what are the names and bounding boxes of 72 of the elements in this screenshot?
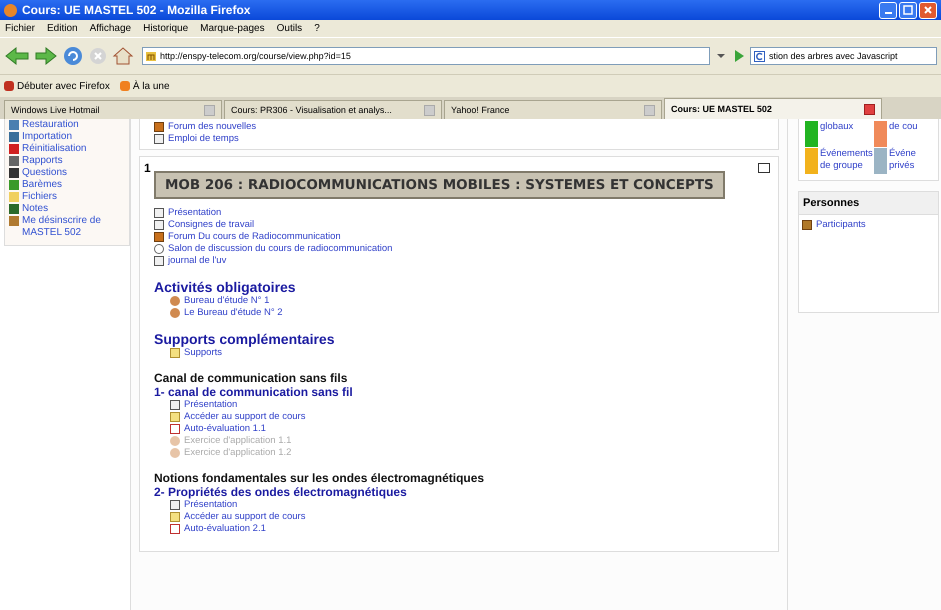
maximize-button[interactable] [899,2,917,18]
topic-title: Notions fondamentales sur les ondes électromagnétiques [154,471,486,485]
section-title: MOB 206 : RADIOCOMMUNICATIONS MOBILES : SYSTEMES ET CONCEPTS [154,171,725,199]
event-type-link[interactable]: globaux [820,121,873,133]
site-logo-icon [146,52,156,60]
window-title: Cours: UE MASTEL 502 - Mozilla Firefox [22,3,252,17]
highlight-toggle[interactable] [758,163,770,173]
browser-tab[interactable]: Cours: PR306 - Visualisation et analys... [224,100,442,119]
resource-link[interactable]: Présentation [184,499,238,511]
resource-link[interactable]: Consignes de travail [168,219,254,231]
section-number: 1 [144,161,151,175]
admin-link[interactable]: Importation [22,131,72,143]
resource-link[interactable]: Présentation [184,399,238,411]
panel-title: Personnes [799,192,938,215]
subtopic-title: 1- canal de communication sans fil [154,385,354,399]
browser-tab[interactable]: Yahoo! France [444,100,662,119]
resource-link[interactable]: Auto-évaluation 2.1 [184,523,266,535]
forward-icon[interactable] [34,46,58,66]
event-type-link[interactable]: de cou [889,121,929,133]
resource-link[interactable]: Bureau d'étude N° 1 [184,295,270,307]
resource-link[interactable]: journal de l'uv [168,255,226,267]
bookmark-link[interactable]: À la une [120,80,170,92]
address-field[interactable]: http://enspy-telecom.org/course/view.php?id=15 [142,47,710,65]
admin-link[interactable]: Me désinscrire de MASTEL 502 [22,215,125,239]
admin-link[interactable]: Questions [22,167,68,179]
browser-tab[interactable]: Windows Live Hotmail [4,100,222,119]
menu-item[interactable]: Historique [143,23,188,34]
search-engine-icon [754,50,765,62]
reload-icon[interactable] [62,45,84,67]
section-heading: Activités obligatoires [154,279,297,295]
menu-item[interactable]: Fichier [5,23,36,34]
people-icon [802,220,812,230]
resource-link[interactable]: Auto-évaluation 1.1 [184,423,266,435]
resource-link[interactable]: Présentation [168,207,222,219]
home-icon[interactable] [112,46,134,66]
topic-title: Canal de communication sans fils [154,371,348,385]
menu-item[interactable]: Affichage [90,23,132,34]
section-heading: Supports complémentaires [154,331,336,347]
resource-link[interactable]: Forum Du cours de Radiocommunication [168,231,341,243]
resource-link[interactable]: Salon de discussion du cours de radiocommunication [168,243,392,255]
resource-link[interactable]: Emploi de temps [168,133,239,145]
firefox-icon [4,4,17,16]
participants-link[interactable]: Participants [816,219,866,231]
resource-link[interactable]: Supports [184,347,222,359]
maximize-icon [903,5,913,15]
subtopic-title: 2- Propriétés des ondes électromagnétiques [154,485,408,499]
go-icon[interactable] [732,47,746,65]
admin-link[interactable]: Fichiers [22,191,58,203]
minimize-button[interactable] [879,2,897,18]
event-type-link[interactable]: Événe privés [889,148,929,172]
event-type-link[interactable]: Événements de groupe [820,148,873,172]
admin-link[interactable]: Notes [22,203,48,215]
back-icon[interactable] [4,46,30,66]
resource-icon [170,348,180,358]
admin-link[interactable]: Rapports [22,155,63,167]
minimize-icon [884,12,892,14]
menu-item[interactable]: ? [314,23,320,34]
close-icon [923,5,933,15]
admin-link[interactable]: Restauration [22,119,79,131]
resource-link[interactable]: Accéder au support de cours [184,511,306,523]
menu-item[interactable]: Marque-pages [200,23,265,34]
admin-link[interactable]: Barèmes [22,179,62,191]
close-button[interactable] [919,2,937,18]
menu-item[interactable]: Outils [276,23,302,34]
resource-link[interactable]: Accéder au support de cours [184,411,306,423]
admin-link[interactable]: Réinitialisation [22,143,86,155]
resource-link[interactable]: Forum des nouvelles [168,121,256,133]
resource-link[interactable]: Le Bureau d'étude N° 2 [184,307,283,319]
browser-tab[interactable]: Cours: UE MASTEL 502 [664,98,882,119]
menu-item[interactable]: Edition [47,23,78,34]
search-field[interactable]: stion des arbres avec Javascript [750,47,937,65]
bookmark-link[interactable]: Débuter avec Firefox [4,80,110,92]
